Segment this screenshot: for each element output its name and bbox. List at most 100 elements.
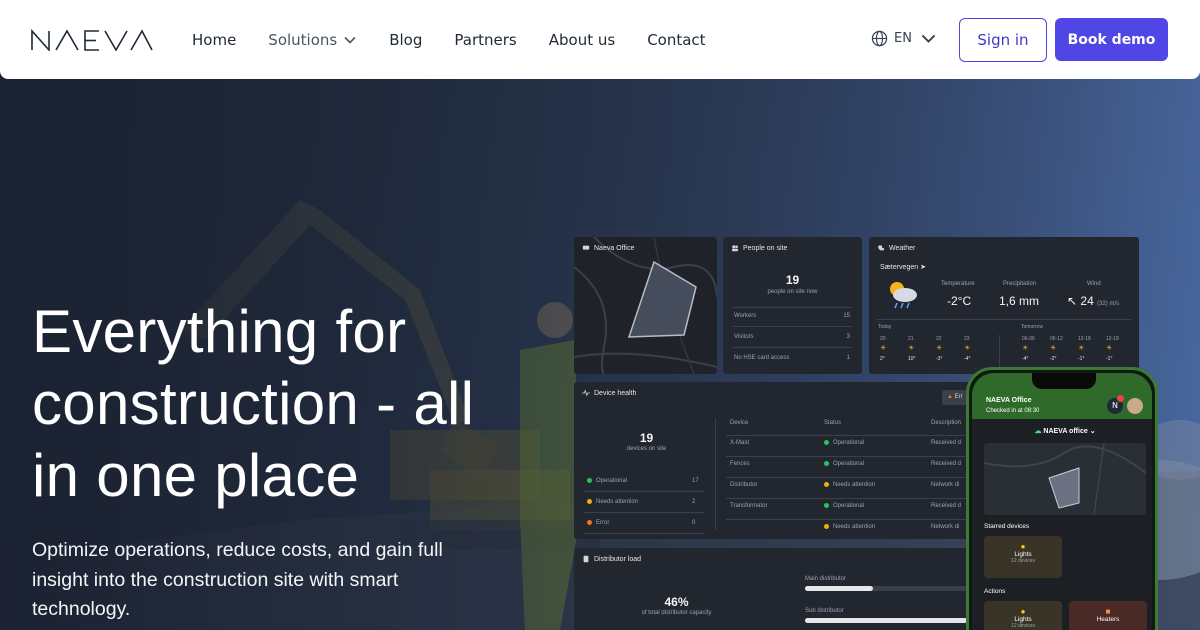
device-description: Network di (931, 482, 960, 488)
status-dot (824, 524, 829, 529)
device-status: Operational (824, 503, 864, 509)
forecast-hour: 06-12 (1050, 336, 1063, 342)
forecast-temp: -1° (1106, 356, 1113, 362)
naeva-logo[interactable] (31, 29, 153, 51)
main-distributor-bar (805, 586, 985, 591)
people-card-header: People on site (731, 244, 787, 252)
nav-home[interactable]: Home (192, 31, 236, 49)
status-dot (824, 482, 829, 487)
forecast-temp: -1° (1078, 356, 1085, 362)
heater-icon: ■ (1105, 607, 1111, 616)
device-health-title: Device health (594, 389, 637, 397)
forecast-temp: -3° (936, 356, 943, 362)
device-summary-value: 0 (692, 520, 696, 526)
main-distributor-label: Main distributor (805, 576, 847, 582)
wind-value: ↖ 24 (32) m/s (1067, 294, 1119, 308)
bulb-icon: ● (1020, 607, 1026, 616)
map-card[interactable]: Naeva Office (574, 237, 717, 374)
hero-section: Everything for construction - all in one… (0, 0, 1200, 630)
device-summary-value: 17 (692, 478, 699, 484)
top-navigation: Home Solutions Blog Partners About us Co… (0, 0, 1200, 79)
language-selector[interactable]: EN (871, 30, 943, 47)
office-selector[interactable]: ☁ NAEVA office ⌄ (972, 427, 1152, 435)
forecast-temp: -4° (1022, 356, 1029, 362)
globe-icon (871, 30, 888, 47)
status-dot (587, 520, 592, 525)
book-demo-button[interactable]: Book demo (1055, 18, 1168, 61)
warning-icon: ▲ (947, 394, 953, 400)
site-map[interactable] (574, 237, 717, 374)
starred-tile-name: Lights (1014, 551, 1032, 558)
map-card-header: Naeva Office (582, 244, 634, 252)
sub-distributor-label: Sub distributor (805, 608, 844, 614)
nav-solutions-label: Solutions (268, 30, 338, 49)
forecast-temp: -2° (1050, 356, 1057, 362)
sub-distributor-bar (805, 618, 985, 623)
wind-speed: 24 (1080, 294, 1094, 308)
chat-icon (582, 245, 590, 250)
error-filter-label: Err (954, 394, 963, 400)
cloud-sun-icon (890, 282, 917, 309)
starred-devices-label: Starred devices (984, 523, 1030, 530)
forecast-weather-icon: ☀ (1050, 345, 1057, 352)
phone-map[interactable] (984, 443, 1146, 515)
forecast-hour: 12-18 (1078, 336, 1091, 342)
people-row-value: 15 (843, 313, 850, 319)
status-dot (824, 503, 829, 508)
action-lights-tile[interactable]: ● Lights 12 devices (984, 601, 1062, 630)
nav-solutions[interactable]: Solutions (268, 31, 357, 49)
status-dot (824, 440, 829, 445)
forecast-weather-icon: ☀ (1106, 345, 1113, 352)
forecast-weather-icon: ☀ (964, 345, 971, 352)
forecast-weather-icon: ☀ (908, 345, 915, 352)
device-name: X-Mast (730, 440, 750, 446)
distributor-icon (583, 555, 589, 563)
weather-location[interactable]: Sætervegen ➤ (880, 263, 926, 271)
cloud-icon: ☁ (1034, 428, 1042, 435)
sign-in-button[interactable]: Sign in (959, 18, 1047, 62)
chevron-down-icon (344, 36, 356, 44)
device-caption: devices on site (626, 446, 667, 452)
device-name: Fences (730, 461, 750, 467)
people-row-label: Workers (734, 313, 757, 319)
map-card-title: Naeva Office (594, 244, 635, 252)
bulb-icon: ● (1020, 542, 1026, 551)
nav-about-us[interactable]: About us (549, 31, 615, 49)
device-summary-label: Operational (587, 478, 627, 484)
device-description: Received d (931, 503, 962, 509)
device-summary-label: Error (587, 520, 609, 526)
device-name: Transformator (730, 503, 768, 509)
device-status: Needs attention (824, 482, 875, 488)
action-heaters-tile[interactable]: ■ Heaters (1069, 601, 1147, 630)
action-heaters-label: Heaters (1096, 616, 1120, 623)
phone-office-name: NAEVA Office (986, 397, 1032, 404)
wind-label: Wind (1087, 281, 1101, 287)
forecast-hour: 23 (964, 336, 970, 342)
forecast-temp: -4° (964, 356, 971, 362)
today-label: Today (878, 324, 892, 330)
user-avatar[interactable] (1127, 398, 1143, 414)
forecast-weather-icon: ☀ (880, 345, 887, 352)
language-label: EN (894, 31, 912, 46)
nav-blog[interactable]: Blog (389, 31, 422, 49)
nav-partners[interactable]: Partners (454, 31, 516, 49)
nav-contact[interactable]: Contact (647, 31, 705, 49)
device-name: Distributor (730, 482, 758, 488)
distributor-percent: 46% (664, 595, 689, 609)
starred-device-tile[interactable]: ● Lights 12 devices (984, 536, 1062, 578)
people-row-label: Visitors (734, 334, 754, 340)
device-status: Needs attention (824, 524, 875, 530)
device-health-header: Device health (582, 389, 636, 397)
precipitation-label: Precipitation (1003, 281, 1037, 287)
navigation-arrow-icon: ➤ (920, 264, 926, 271)
avatar-letter: N (1112, 401, 1118, 410)
device-description: Network di (931, 524, 960, 530)
people-icon (731, 245, 739, 252)
tomorrow-label: Tomorrow (1021, 324, 1043, 330)
distributor-caption: of total distributor capacity (641, 610, 712, 616)
device-status: Operational (824, 440, 864, 446)
status-dot (824, 461, 829, 466)
forecast-temp: 2° (880, 356, 885, 362)
precipitation-value: 1,6 mm (999, 294, 1040, 308)
notification-badge (1117, 395, 1124, 402)
